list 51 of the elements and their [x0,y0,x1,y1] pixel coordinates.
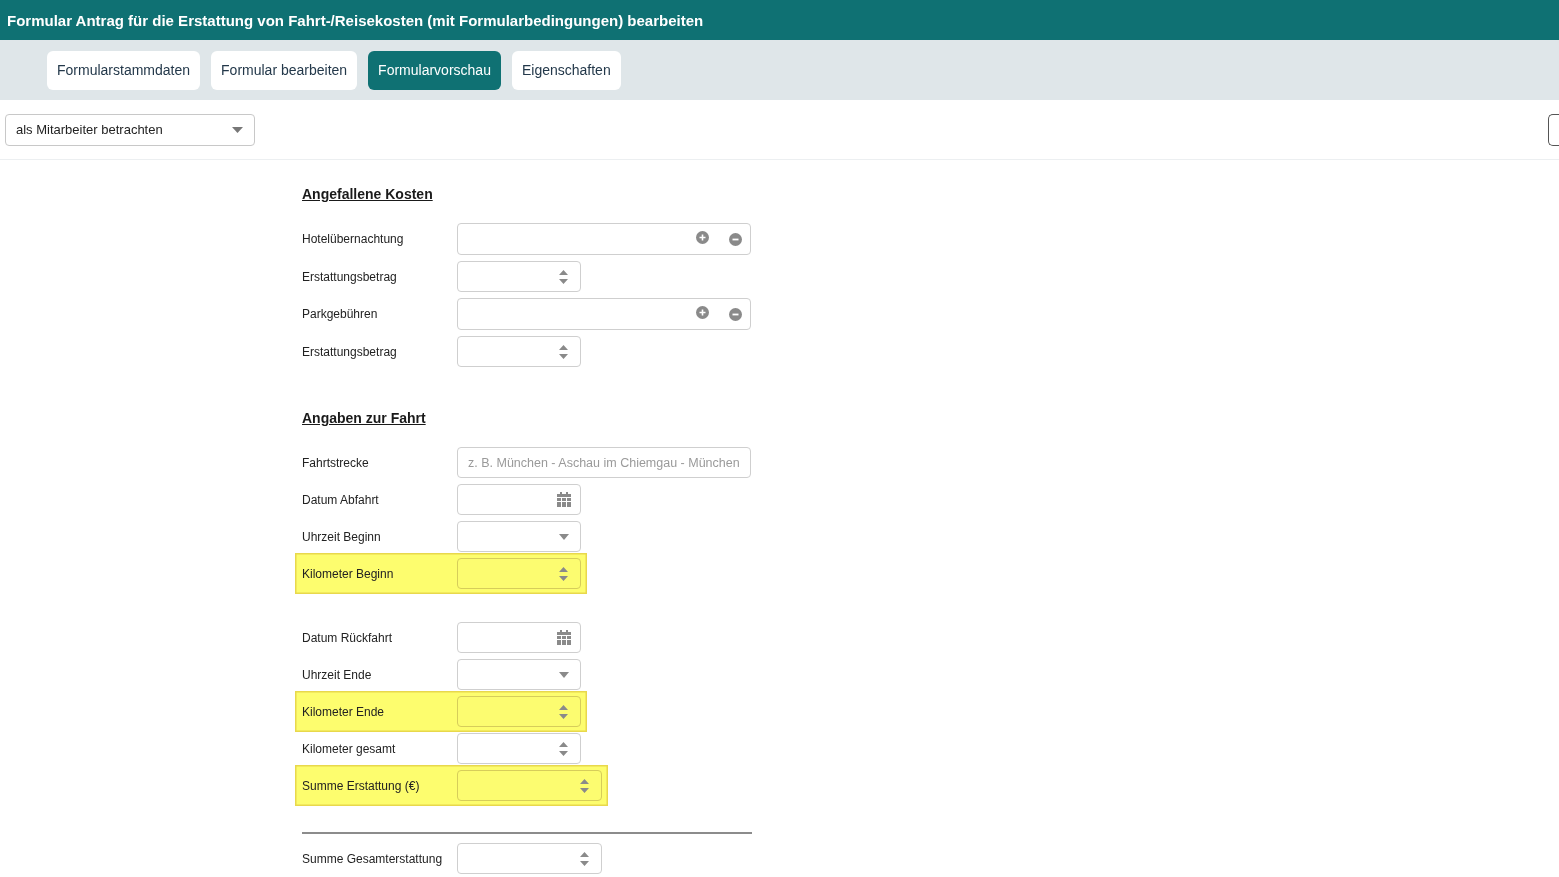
field-label: Kilometer Beginn [302,566,395,581]
caret-icon[interactable] [559,671,569,678]
field-label: Uhrzeit Ende [302,667,373,682]
section-heading: Angefallene Kosten [302,186,433,203]
minus-icon[interactable] [729,307,742,321]
plus-icon[interactable] [696,305,709,319]
calendar-icon[interactable] [557,492,571,507]
calendar-icon[interactable] [557,630,571,645]
number-field[interactable] [457,843,602,874]
spinner-icon[interactable] [580,778,589,793]
date-field[interactable] [457,622,581,653]
number-field[interactable] [457,770,602,801]
field-label: Erstattungsbetrag [302,344,398,359]
spinner-icon[interactable] [559,741,568,756]
field-label: Datum Abfahrt [302,492,380,507]
date-field[interactable] [457,484,581,515]
number-field[interactable] [457,696,581,727]
spinner-icon[interactable] [580,851,589,866]
spinner-icon[interactable] [559,344,568,359]
amount-list-field[interactable] [457,223,751,255]
number-field[interactable] [457,261,581,292]
plus-icon[interactable] [696,230,709,244]
field-label: Uhrzeit Beginn [302,529,382,544]
tab[interactable]: Formular bearbeiten [211,50,358,90]
text-field[interactable]: z. B. München - Aschau im Chiemgau - München [457,447,751,478]
caret-icon[interactable] [559,533,569,540]
window-title: Formular Antrag für die Erstattung von Fahrt-/Reisekosten (mit Formularbedingungen) bearbeiten [7,11,704,29]
spinner-icon[interactable] [559,566,568,581]
spinner-icon[interactable] [559,269,568,284]
number-field[interactable] [457,733,581,764]
number-field[interactable] [457,336,581,367]
field-label: Hotelübernachtung [302,232,405,246]
field-label: Erstattungsbetrag [302,269,398,284]
spinner-icon[interactable] [559,704,568,719]
field-label: Fahrtstrecke [302,455,370,470]
field-label: Summe Gesamterstattung [302,851,444,866]
edge-button[interactable] [1548,113,1559,146]
field-label: Kilometer Ende [302,704,386,719]
field-label: Datum Rückfahrt [302,630,394,645]
field-label: Kilometer gesamt [302,741,397,756]
tab[interactable]: Formularstammdaten [47,50,201,90]
tab[interactable]: Eigenschaften [511,50,621,90]
tab[interactable]: Formularvorschau [368,50,501,90]
field-label: Parkgebühren [302,307,379,321]
caret-icon[interactable] [232,126,243,133]
amount-list-field[interactable] [457,298,751,330]
number-field[interactable] [457,558,581,589]
field-label: Summe Erstattung (€) [302,778,421,793]
section-heading: Angaben zur Fahrt [302,410,426,427]
view-select[interactable]: als Mitarbeiter betrachten [5,113,255,146]
minus-icon[interactable] [729,232,742,246]
